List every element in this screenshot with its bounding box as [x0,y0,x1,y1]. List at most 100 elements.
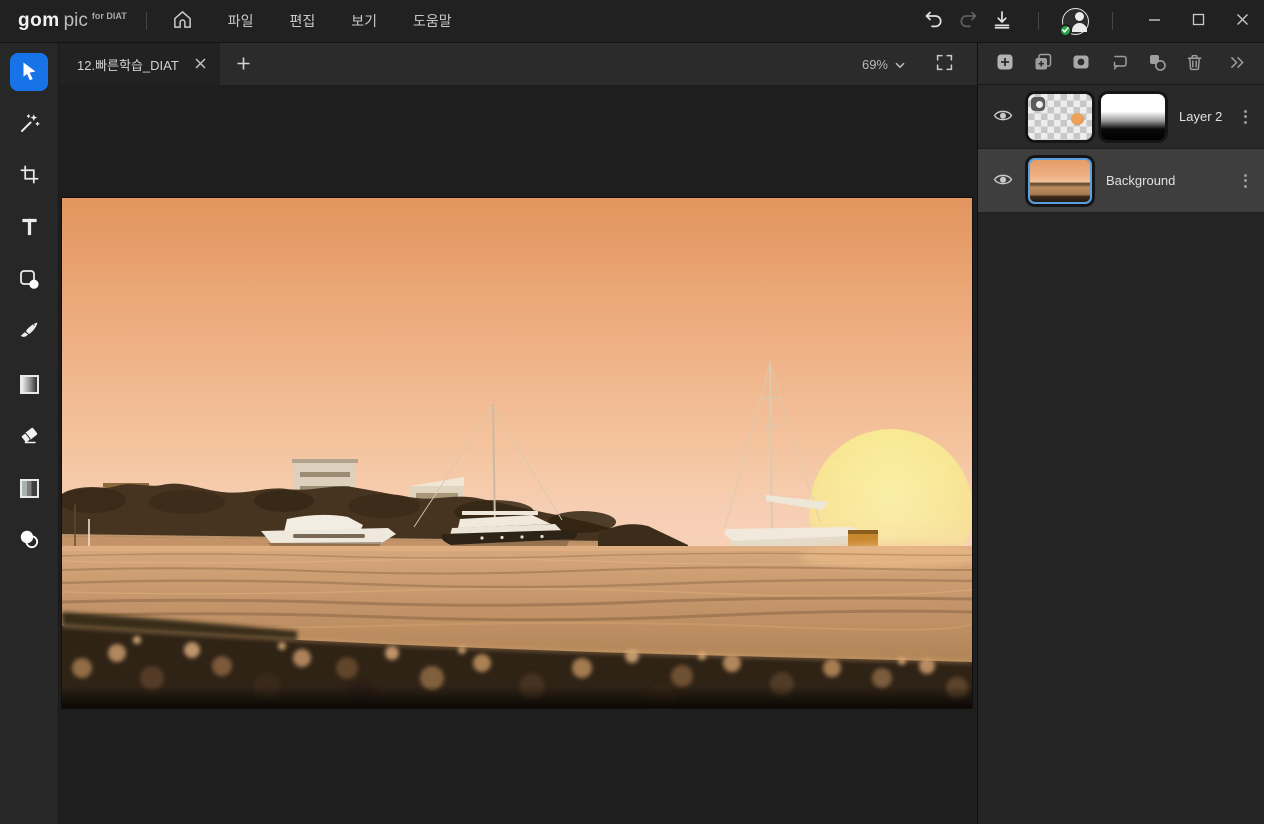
add-layer-button[interactable] [990,49,1019,78]
logo-brand: gom [18,10,60,32]
chevrons-right-icon [1230,56,1245,72]
layer2-menu-button[interactable] [1240,106,1251,128]
tool-gradient[interactable] [10,365,48,403]
text-icon [19,216,40,240]
tab-close-button[interactable] [195,57,206,72]
tab-title: 12.빠른학습_DIAT [77,55,179,74]
merge-layers-button[interactable] [1142,49,1171,78]
duplicate-layer-icon [1033,52,1053,75]
avatar-check-badge [1059,24,1072,37]
document-canvas[interactable] [62,198,972,708]
crop-icon [19,164,40,188]
layer-name: Layer 2 [1179,109,1222,124]
titlebar-divider [146,12,147,30]
menu-help[interactable]: 도움말 [403,5,462,37]
close-icon [1236,13,1249,29]
eye-icon [993,172,1013,190]
new-tab-icon [237,53,250,75]
layer-row-background[interactable]: Background [978,149,1264,213]
home-icon [172,9,193,33]
maximize-button[interactable] [1176,0,1220,42]
layers-empty-area [978,213,1264,824]
titlebar-right [917,0,1264,42]
sun-blob-preview [1071,113,1084,125]
app-window: gom pic for DIAT 파일 편집 보기 도움말 [0,0,1264,824]
tool-text[interactable] [10,209,48,247]
layer2-visibility-toggle[interactable] [978,108,1028,126]
tool-crop[interactable] [10,157,48,195]
select-cursor-icon [18,60,40,85]
delete-layer-button[interactable] [1180,49,1209,78]
gradient-icon [20,375,39,394]
background-visibility-toggle[interactable] [978,172,1028,190]
new-tab-button[interactable] [220,43,268,85]
layers-panel: Layer 2 Background [978,43,1264,824]
eraser-icon [18,424,40,449]
menu-view[interactable]: 보기 [341,5,387,37]
merge-layers-icon [1147,52,1167,75]
tool-shape[interactable] [10,261,48,299]
background-menu-button[interactable] [1240,170,1251,192]
mosaic-icon [20,479,39,498]
collapse-panel-button[interactable] [1223,49,1252,78]
undo-icon [923,9,945,34]
logo-product: pic [64,10,88,32]
canvas-workspace[interactable] [59,85,977,824]
brush-icon [18,320,40,345]
tool-color[interactable] [10,521,48,559]
home-button[interactable] [166,4,200,38]
add-layer-icon [995,52,1015,75]
layer-effect-badge [1031,97,1045,111]
layer-row-layer2[interactable]: Layer 2 [978,85,1264,149]
rotate-layer-button[interactable] [1104,49,1133,78]
menu-edit[interactable]: 편집 [280,5,326,37]
tool-eraser[interactable] [10,417,48,455]
color-circles-icon [18,528,40,553]
trash-icon [1185,53,1204,75]
layers-panel-header [978,43,1264,85]
tool-select[interactable] [10,53,48,91]
layer-name: Background [1106,173,1175,188]
logo-suffix: for DIAT [92,11,127,21]
background-thumbnail[interactable] [1028,158,1092,204]
zoom-level-value: 69% [862,57,888,72]
titlebar: gom pic for DIAT 파일 편집 보기 도움말 [0,0,1264,43]
maximize-icon [1192,13,1205,29]
magic-wand-icon [18,112,40,137]
zoom-dropdown-icon [895,57,905,72]
tab-bar: 12.빠른학습_DIAT 69% [59,43,977,85]
layer2-mask-thumbnail[interactable] [1101,94,1165,140]
minimize-button[interactable] [1132,0,1176,42]
tab-close-icon [195,56,206,73]
menu-file[interactable]: 파일 [218,5,264,37]
harbor-photo [62,198,972,708]
titlebar-divider [1112,12,1113,30]
tool-brush[interactable] [10,313,48,351]
tool-magic-wand[interactable] [10,105,48,143]
account-avatar[interactable] [1062,8,1089,35]
download-icon [991,9,1013,34]
undo-button[interactable] [917,4,951,38]
main-menu: 파일 편집 보기 도움말 [210,5,470,37]
zoom-level-control[interactable]: 69% [862,57,905,72]
app-logo: gom pic for DIAT [18,10,127,32]
tool-sidebar [0,43,59,824]
close-button[interactable] [1220,0,1264,42]
layer-mask-button[interactable] [1066,49,1095,78]
redo-icon [957,9,979,34]
fullscreen-icon [935,53,954,75]
fullscreen-button[interactable] [927,47,961,81]
rotate-layer-icon [1109,52,1129,75]
layer2-thumbnail[interactable] [1028,94,1092,140]
redo-button[interactable] [951,4,985,38]
layer-mask-icon [1071,52,1091,75]
tool-mosaic[interactable] [10,469,48,507]
duplicate-layer-button[interactable] [1028,49,1057,78]
document-tab[interactable]: 12.빠른학습_DIAT [59,43,220,85]
download-button[interactable] [985,4,1019,38]
minimize-icon [1148,13,1161,29]
titlebar-divider [1038,12,1039,30]
eye-icon [993,108,1013,126]
shape-icon [18,268,40,293]
avatar-person-icon [1075,12,1084,21]
